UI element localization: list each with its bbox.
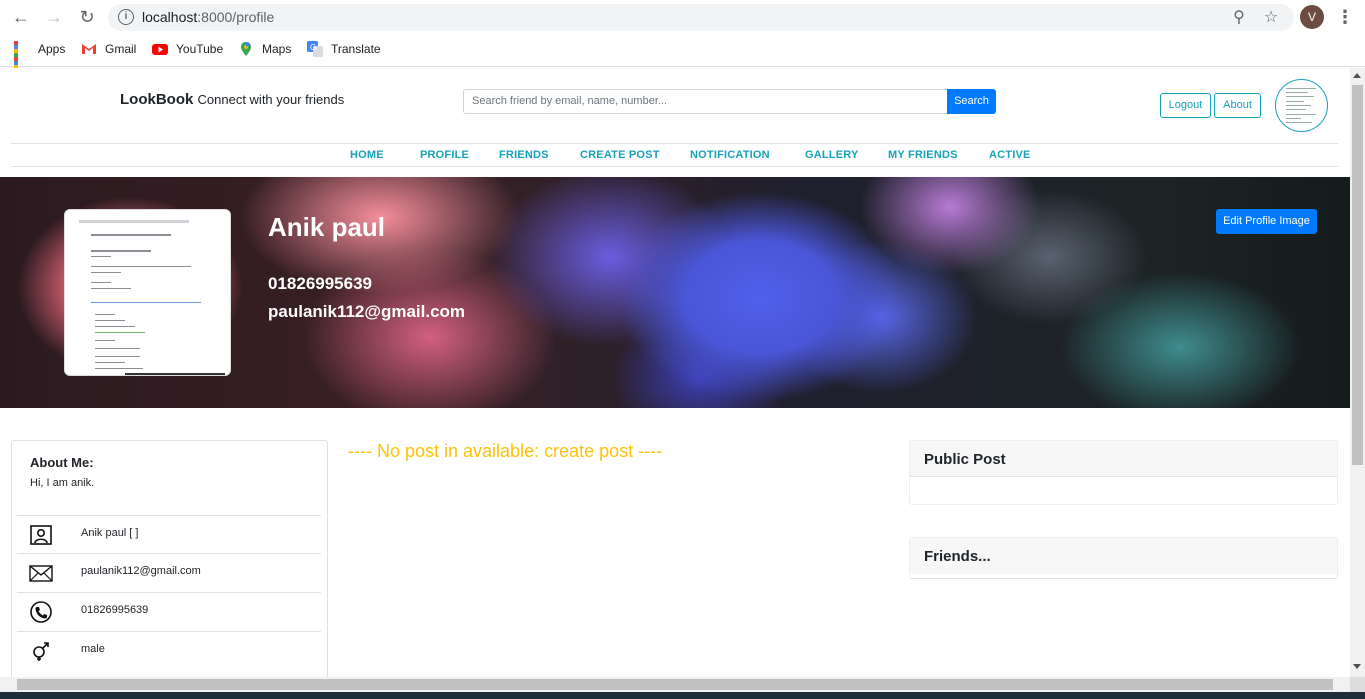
- person-card-icon: [30, 525, 52, 545]
- bookmarks-bar: Apps Gmail YouTube Maps G Translate: [0, 34, 1365, 77]
- bookmark-label: Apps: [38, 42, 66, 56]
- info-name: Anik paul [ ]: [81, 527, 139, 539]
- main-nav: HOME PROFILE FRIENDS CREATE POST NOTIFIC…: [11, 143, 1338, 167]
- bookmark-label: Gmail: [105, 42, 137, 56]
- brand-tagline: Connect with your friends: [197, 92, 345, 107]
- nav-profile[interactable]: PROFILE: [420, 149, 469, 161]
- no-post-message[interactable]: ---- No post in available: create post -…: [348, 441, 662, 462]
- info-row-gender: male: [17, 631, 321, 669]
- gender-icon: [33, 642, 49, 661]
- scroll-up-icon[interactable]: [1353, 73, 1361, 78]
- envelope-icon: [29, 565, 53, 582]
- bookmark-apps[interactable]: Apps: [14, 41, 66, 77]
- zoom-icon[interactable]: ⚲: [1229, 8, 1249, 28]
- address-bar[interactable]: i localhost:8000/profile ⚲ ☆: [108, 4, 1294, 31]
- about-title: About Me:: [30, 455, 94, 470]
- scroll-down-icon[interactable]: [1353, 664, 1361, 669]
- public-post-title: Public Post: [910, 441, 1337, 477]
- public-post-card: Public Post: [909, 440, 1338, 505]
- site-logo[interactable]: [1275, 79, 1328, 132]
- url-text[interactable]: localhost:8000/profile: [142, 9, 274, 25]
- nav-my-friends[interactable]: MY FRIENDS: [888, 149, 958, 161]
- taskbar: [0, 692, 1365, 699]
- profile-phone: 01826995639: [268, 274, 373, 293]
- bookmark-gmail[interactable]: Gmail: [81, 41, 136, 57]
- brand-name: LookBook: [120, 91, 194, 108]
- bookmark-label: Maps: [262, 42, 292, 56]
- scroll-corner: [1350, 677, 1365, 692]
- back-arrow-icon[interactable]: ←: [10, 6, 32, 28]
- bookmark-label: Translate: [331, 42, 381, 56]
- youtube-icon: [152, 44, 168, 55]
- logout-button[interactable]: Logout: [1160, 93, 1211, 118]
- translate-icon: G: [307, 41, 323, 57]
- search-button[interactable]: Search: [947, 89, 996, 114]
- nav-friends[interactable]: FRIENDS: [499, 149, 549, 161]
- site-info-icon[interactable]: i: [118, 9, 134, 25]
- profile-email: paulanik112@gmail.com: [268, 302, 466, 321]
- horizontal-scroll-thumb[interactable]: [17, 679, 1333, 690]
- edit-profile-image-button[interactable]: Edit Profile Image: [1216, 209, 1317, 234]
- forward-arrow-icon[interactable]: →: [43, 6, 65, 28]
- url-path: :8000/profile: [197, 9, 275, 25]
- page-content: LookBook Connect with your friends Searc…: [0, 68, 1350, 677]
- nav-active[interactable]: ACTIVE: [989, 149, 1031, 161]
- profile-name: Anik paul: [268, 212, 386, 242]
- info-gender: male: [81, 643, 105, 655]
- cover-banner: Anik paul 01826995639 paulanik112@gmail.…: [0, 177, 1350, 408]
- nav-create-post[interactable]: CREATE POST: [580, 149, 660, 161]
- vertical-scrollbar[interactable]: [1350, 68, 1365, 677]
- nav-home[interactable]: HOME: [350, 149, 384, 161]
- bookmark-label: YouTube: [176, 42, 224, 56]
- info-phone: 01826995639: [81, 604, 149, 616]
- about-text: Hi, I am anik.: [30, 477, 95, 489]
- info-row-phone: 01826995639: [17, 592, 321, 630]
- friends-title: Friends...: [910, 538, 1337, 574]
- nav-notification[interactable]: NOTIFICATION: [690, 149, 770, 161]
- apps-grid-icon: [14, 41, 30, 77]
- horizontal-scrollbar[interactable]: [0, 677, 1350, 692]
- url-host: localhost: [142, 9, 198, 25]
- vertical-scroll-thumb[interactable]: [1352, 85, 1363, 465]
- browser-toolbar: ← → ↻ i localhost:8000/profile ⚲ ☆ V ⋮: [0, 0, 1365, 34]
- browser-profile-avatar[interactable]: V: [1300, 5, 1324, 29]
- profile-image[interactable]: [64, 209, 231, 376]
- bookmark-translate[interactable]: G Translate: [307, 41, 381, 57]
- gmail-icon: [82, 44, 96, 54]
- about-card: About Me: Hi, I am anik. Anik paul [ ] p…: [11, 440, 328, 677]
- maps-icon: [241, 42, 251, 56]
- friends-card: Friends...: [909, 537, 1338, 579]
- brand[interactable]: LookBook Connect with your friends: [120, 91, 344, 108]
- browser-menu-icon[interactable]: ⋮: [1336, 6, 1354, 28]
- bookmark-star-icon[interactable]: ☆: [1261, 8, 1281, 28]
- reload-icon[interactable]: ↻: [76, 6, 98, 28]
- info-row-email: paulanik112@gmail.com: [17, 553, 321, 591]
- phone-icon: [30, 601, 52, 623]
- about-button[interactable]: About: [1214, 93, 1261, 118]
- info-email: paulanik112@gmail.com: [81, 565, 201, 577]
- svg-text:G: G: [310, 43, 316, 52]
- search-input[interactable]: Search friend by email, name, number...: [463, 89, 948, 114]
- info-row-name: Anik paul [ ]: [17, 515, 321, 553]
- nav-gallery[interactable]: GALLERY: [805, 149, 859, 161]
- bookmark-youtube[interactable]: YouTube: [152, 41, 223, 57]
- bookmark-maps[interactable]: Maps: [238, 41, 291, 57]
